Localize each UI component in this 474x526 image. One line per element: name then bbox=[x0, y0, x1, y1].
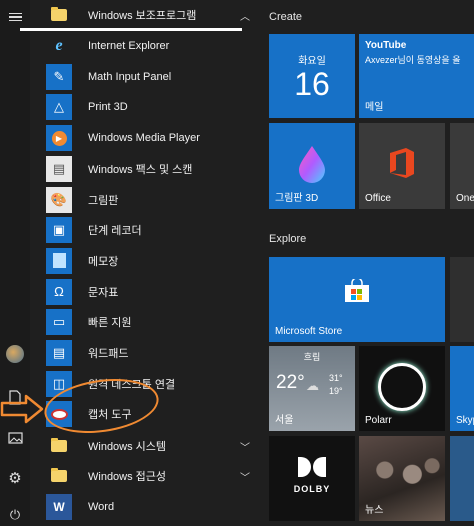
gear-icon: ⚙ bbox=[8, 470, 22, 487]
app-label: 메모장 bbox=[88, 255, 119, 268]
group-title-explore: Explore bbox=[269, 233, 307, 245]
folder-windows-accessibility[interactable]: Windows 접근성 ﹀ bbox=[46, 461, 260, 491]
office-tile[interactable]: Office bbox=[359, 123, 445, 209]
user-account-button[interactable] bbox=[0, 339, 30, 369]
folder-windows-accessories[interactable]: Windows 보조프로그램 ︿ bbox=[46, 0, 260, 30]
app-label: Print 3D bbox=[88, 101, 128, 114]
skype-label: Skyp bbox=[456, 415, 474, 426]
app-label: Windows Media Player bbox=[88, 132, 200, 145]
settings-button[interactable]: ⚙ bbox=[0, 463, 30, 493]
onenote-tile[interactable]: One bbox=[450, 123, 474, 209]
annotation-arrow-icon bbox=[0, 394, 44, 424]
app-label: 그림판 bbox=[88, 194, 119, 207]
mail-tile[interactable]: YouTube Axvezer님이 동영상을 올 메일 bbox=[359, 34, 474, 118]
folder-windows-system[interactable]: Windows 시스템 ﹀ bbox=[46, 431, 260, 461]
shopping-bag-icon bbox=[345, 279, 369, 302]
skype-tile[interactable]: Skyp bbox=[450, 346, 474, 431]
weather-city: 서울 bbox=[275, 415, 294, 426]
folder-icon bbox=[46, 433, 72, 459]
quick-assist-icon: ▭ bbox=[46, 309, 72, 336]
office-label: Office bbox=[365, 193, 391, 204]
wordpad-icon: ▤ bbox=[46, 340, 72, 366]
app-quick-assist[interactable]: ▭ 빠른 지원 bbox=[46, 307, 260, 337]
picture-icon bbox=[7, 432, 23, 444]
news-label: 뉴스 bbox=[365, 505, 384, 516]
app-print-3d[interactable]: △ Print 3D bbox=[46, 92, 260, 122]
word-icon: W bbox=[46, 494, 72, 520]
app-label: 문자표 bbox=[88, 286, 119, 299]
paint3d-icon bbox=[299, 146, 325, 183]
chevron-down-icon: ﹀ bbox=[240, 472, 250, 484]
app-wordpad[interactable]: ▤ 워드패드 bbox=[46, 338, 260, 368]
youtube-subtitle: Axvezer님이 동영상을 올 bbox=[365, 55, 461, 65]
power-button[interactable]: ⏻ bbox=[0, 500, 30, 526]
weather-high: 31° bbox=[329, 373, 343, 383]
app-label: Windows 팩스 및 스캔 bbox=[88, 163, 193, 176]
app-internet-explorer[interactable]: e Internet Explorer bbox=[46, 31, 260, 61]
app-character-map[interactable]: Ω 문자표 bbox=[46, 277, 260, 307]
youtube-title: YouTube bbox=[365, 40, 407, 51]
notepad-icon bbox=[46, 247, 72, 274]
app-fax-scan[interactable]: ▤ Windows 팩스 및 스캔 bbox=[46, 154, 260, 184]
avatar bbox=[6, 345, 24, 363]
chevron-down-icon: ﹀ bbox=[240, 442, 250, 454]
store-tile[interactable]: Microsoft Store bbox=[269, 257, 445, 342]
app-paint[interactable]: 🎨 그림판 bbox=[46, 185, 260, 215]
app-label: Math Input Panel bbox=[88, 70, 172, 83]
power-icon: ⏻ bbox=[9, 507, 21, 522]
app-word[interactable]: W Word bbox=[46, 492, 260, 522]
dolby-label: DOLBY bbox=[293, 484, 331, 494]
pictures-button[interactable] bbox=[0, 423, 30, 453]
app-label: 워드패드 bbox=[88, 348, 129, 360]
store-label: Microsoft Store bbox=[275, 326, 343, 337]
app-label: 빠른 지원 bbox=[88, 317, 132, 330]
mail-label: 메일 bbox=[365, 102, 384, 113]
cloud-icon: ☁ bbox=[306, 378, 319, 393]
paint-icon: 🎨 bbox=[46, 186, 72, 213]
app-label: 단계 레코더 bbox=[88, 225, 142, 238]
polarr-label: Polarr bbox=[365, 415, 392, 426]
weather-condition: 흐림 bbox=[303, 352, 321, 362]
partial-tile[interactable] bbox=[450, 436, 474, 521]
news-tile[interactable]: 뉴스 bbox=[359, 436, 445, 521]
dolby-tile[interactable]: DOLBY bbox=[269, 436, 355, 521]
onenote-label: One bbox=[456, 193, 474, 204]
character-map-icon: Ω bbox=[46, 278, 72, 305]
weather-low: 19° bbox=[329, 386, 343, 396]
folder-icon bbox=[46, 2, 72, 28]
folder-label: Windows 보조프로그램 bbox=[88, 10, 197, 22]
start-rail: ⚙ ⏻ bbox=[0, 0, 30, 526]
hamburger-icon bbox=[8, 11, 22, 24]
steps-recorder-icon: ▣ bbox=[46, 217, 72, 244]
weather-temperature: 22° bbox=[276, 372, 305, 393]
app-media-player[interactable]: ▶ Windows Media Player bbox=[46, 123, 260, 153]
folder-label: Windows 접근성 bbox=[88, 471, 167, 483]
paint3d-label: 그림판 3D bbox=[275, 193, 319, 204]
folder-icon bbox=[46, 463, 72, 489]
weather-tile[interactable]: 흐림 22° ☁ 31° 19° 서울 bbox=[269, 346, 355, 431]
folder-label: Windows 시스템 bbox=[88, 441, 167, 453]
polarr-tile[interactable]: Polarr bbox=[359, 346, 445, 431]
calendar-tile[interactable]: 화요일 16 bbox=[269, 34, 355, 118]
chevron-up-icon: ︿ bbox=[240, 11, 250, 23]
fax-scan-icon: ▤ bbox=[46, 155, 72, 182]
app-steps-recorder[interactable]: ▣ 단계 레코더 bbox=[46, 215, 260, 245]
internet-explorer-icon: e bbox=[55, 37, 63, 54]
office-icon bbox=[390, 148, 414, 178]
calendar-date: 16 bbox=[294, 66, 330, 102]
partial-tile[interactable] bbox=[450, 257, 474, 342]
paint3d-tile[interactable]: 그림판 3D bbox=[269, 123, 355, 209]
app-list: Windows 보조프로그램 ︿ e Internet Explorer ✎ Math… bbox=[20, 0, 252, 526]
media-player-icon: ▶ bbox=[46, 125, 72, 152]
polarr-icon bbox=[378, 363, 426, 411]
print-3d-icon: △ bbox=[46, 94, 72, 121]
dolby-icon bbox=[298, 457, 326, 477]
group-title-create: Create bbox=[269, 11, 303, 23]
app-label: Word bbox=[88, 501, 115, 513]
calendar-day: 화요일 bbox=[298, 56, 326, 67]
app-math-input-panel[interactable]: ✎ Math Input Panel bbox=[46, 62, 260, 92]
math-input-panel-icon: ✎ bbox=[46, 63, 72, 90]
app-label: Internet Explorer bbox=[88, 40, 170, 52]
app-notepad[interactable]: 메모장 bbox=[46, 246, 260, 276]
